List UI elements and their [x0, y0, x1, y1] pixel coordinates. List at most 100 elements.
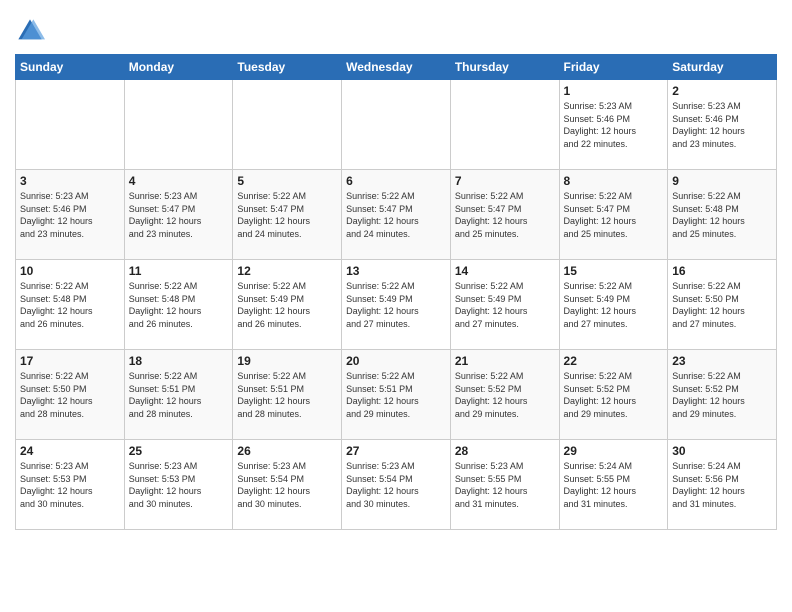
- day-number: 26: [237, 444, 337, 458]
- calendar-header: SundayMondayTuesdayWednesdayThursdayFrid…: [16, 55, 777, 80]
- week-row-0: 1 Sunrise: 5:23 AMSunset: 5:46 PMDaylight…: [16, 80, 777, 170]
- cell-info: Sunrise: 5:23 AMSunset: 5:54 PMDaylight:…: [237, 460, 337, 510]
- cell-info: Sunrise: 5:22 AMSunset: 5:51 PMDaylight:…: [237, 370, 337, 420]
- day-number: 9: [672, 174, 772, 188]
- cell-info: Sunrise: 5:23 AMSunset: 5:47 PMDaylight:…: [129, 190, 229, 240]
- calendar-cell: 27 Sunrise: 5:23 AMSunset: 5:54 PMDayligh…: [342, 440, 451, 530]
- week-row-2: 10 Sunrise: 5:22 AMSunset: 5:48 PMDayligh…: [16, 260, 777, 350]
- weekday-wednesday: Wednesday: [342, 55, 451, 80]
- day-number: 6: [346, 174, 446, 188]
- calendar: SundayMondayTuesdayWednesdayThursdayFrid…: [15, 54, 777, 530]
- cell-info: Sunrise: 5:24 AMSunset: 5:55 PMDaylight:…: [564, 460, 664, 510]
- day-number: 23: [672, 354, 772, 368]
- cell-info: Sunrise: 5:22 AMSunset: 5:49 PMDaylight:…: [455, 280, 555, 330]
- weekday-thursday: Thursday: [450, 55, 559, 80]
- day-number: 2: [672, 84, 772, 98]
- logo-icon: [15, 16, 45, 46]
- week-row-3: 17 Sunrise: 5:22 AMSunset: 5:50 PMDayligh…: [16, 350, 777, 440]
- calendar-cell: [342, 80, 451, 170]
- calendar-cell: 21 Sunrise: 5:22 AMSunset: 5:52 PMDayligh…: [450, 350, 559, 440]
- week-row-4: 24Sunrise: 5:23 AMSunset: 5:53 PMDayligh…: [16, 440, 777, 530]
- cell-info: Sunrise: 5:22 AMSunset: 5:49 PMDaylight:…: [564, 280, 664, 330]
- cell-info: Sunrise: 5:22 AMSunset: 5:52 PMDaylight:…: [455, 370, 555, 420]
- day-number: 27: [346, 444, 446, 458]
- calendar-cell: [16, 80, 125, 170]
- cell-info: Sunrise: 5:22 AMSunset: 5:52 PMDaylight:…: [672, 370, 772, 420]
- cell-info: Sunrise: 5:22 AMSunset: 5:52 PMDaylight:…: [564, 370, 664, 420]
- day-number: 8: [564, 174, 664, 188]
- day-number: 13: [346, 264, 446, 278]
- cell-info: Sunrise: 5:22 AMSunset: 5:47 PMDaylight:…: [237, 190, 337, 240]
- cell-info: Sunrise: 5:23 AMSunset: 5:54 PMDaylight:…: [346, 460, 446, 510]
- calendar-cell: 13 Sunrise: 5:22 AMSunset: 5:49 PMDayligh…: [342, 260, 451, 350]
- cell-info: Sunrise: 5:22 AMSunset: 5:50 PMDaylight:…: [20, 370, 120, 420]
- calendar-cell: 18 Sunrise: 5:22 AMSunset: 5:51 PMDayligh…: [124, 350, 233, 440]
- weekday-sunday: Sunday: [16, 55, 125, 80]
- cell-info: Sunrise: 5:22 AMSunset: 5:51 PMDaylight:…: [346, 370, 446, 420]
- day-number: 16: [672, 264, 772, 278]
- calendar-cell: 14 Sunrise: 5:22 AMSunset: 5:49 PMDayligh…: [450, 260, 559, 350]
- cell-info: Sunrise: 5:23 AMSunset: 5:46 PMDaylight:…: [564, 100, 664, 150]
- weekday-friday: Friday: [559, 55, 668, 80]
- cell-info: Sunrise: 5:24 AMSunset: 5:56 PMDaylight:…: [672, 460, 772, 510]
- cell-info: Sunrise: 5:23 AMSunset: 5:53 PMDaylight:…: [20, 460, 120, 510]
- calendar-cell: 22 Sunrise: 5:22 AMSunset: 5:52 PMDayligh…: [559, 350, 668, 440]
- day-number: 11: [129, 264, 229, 278]
- cell-info: Sunrise: 5:22 AMSunset: 5:48 PMDaylight:…: [672, 190, 772, 240]
- calendar-cell: 10 Sunrise: 5:22 AMSunset: 5:48 PMDayligh…: [16, 260, 125, 350]
- calendar-cell: 3 Sunrise: 5:23 AMSunset: 5:46 PMDaylight…: [16, 170, 125, 260]
- week-row-1: 3 Sunrise: 5:23 AMSunset: 5:46 PMDaylight…: [16, 170, 777, 260]
- calendar-cell: 17 Sunrise: 5:22 AMSunset: 5:50 PMDayligh…: [16, 350, 125, 440]
- cell-info: Sunrise: 5:22 AMSunset: 5:49 PMDaylight:…: [346, 280, 446, 330]
- cell-info: Sunrise: 5:22 AMSunset: 5:48 PMDaylight:…: [20, 280, 120, 330]
- day-number: 18: [129, 354, 229, 368]
- cell-info: Sunrise: 5:22 AMSunset: 5:50 PMDaylight:…: [672, 280, 772, 330]
- calendar-cell: 19 Sunrise: 5:22 AMSunset: 5:51 PMDayligh…: [233, 350, 342, 440]
- cell-info: Sunrise: 5:23 AMSunset: 5:55 PMDaylight:…: [455, 460, 555, 510]
- logo: [15, 16, 49, 46]
- day-number: 4: [129, 174, 229, 188]
- calendar-cell: 24Sunrise: 5:23 AMSunset: 5:53 PMDayligh…: [16, 440, 125, 530]
- cell-info: Sunrise: 5:23 AMSunset: 5:46 PMDaylight:…: [672, 100, 772, 150]
- calendar-cell: 6 Sunrise: 5:22 AMSunset: 5:47 PMDaylight…: [342, 170, 451, 260]
- day-number: 3: [20, 174, 120, 188]
- day-number: 17: [20, 354, 120, 368]
- calendar-cell: 5 Sunrise: 5:22 AMSunset: 5:47 PMDaylight…: [233, 170, 342, 260]
- day-number: 30: [672, 444, 772, 458]
- cell-info: Sunrise: 5:22 AMSunset: 5:47 PMDaylight:…: [455, 190, 555, 240]
- calendar-cell: 30 Sunrise: 5:24 AMSunset: 5:56 PMDayligh…: [668, 440, 777, 530]
- day-number: 29: [564, 444, 664, 458]
- day-number: 15: [564, 264, 664, 278]
- weekday-monday: Monday: [124, 55, 233, 80]
- day-number: 12: [237, 264, 337, 278]
- day-number: 1: [564, 84, 664, 98]
- day-number: 5: [237, 174, 337, 188]
- cell-info: Sunrise: 5:22 AMSunset: 5:48 PMDaylight:…: [129, 280, 229, 330]
- calendar-cell: 9 Sunrise: 5:22 AMSunset: 5:48 PMDaylight…: [668, 170, 777, 260]
- day-number: 10: [20, 264, 120, 278]
- calendar-cell: 11 Sunrise: 5:22 AMSunset: 5:48 PMDayligh…: [124, 260, 233, 350]
- calendar-cell: 2 Sunrise: 5:23 AMSunset: 5:46 PMDaylight…: [668, 80, 777, 170]
- calendar-cell: 29 Sunrise: 5:24 AMSunset: 5:55 PMDayligh…: [559, 440, 668, 530]
- calendar-cell: 20Sunrise: 5:22 AMSunset: 5:51 PMDayligh…: [342, 350, 451, 440]
- calendar-cell: 1 Sunrise: 5:23 AMSunset: 5:46 PMDaylight…: [559, 80, 668, 170]
- calendar-cell: 8Sunrise: 5:22 AMSunset: 5:47 PMDaylight…: [559, 170, 668, 260]
- calendar-cell: [450, 80, 559, 170]
- cell-info: Sunrise: 5:22 AMSunset: 5:47 PMDaylight:…: [346, 190, 446, 240]
- calendar-cell: 25Sunrise: 5:23 AMSunset: 5:53 PMDayligh…: [124, 440, 233, 530]
- cell-info: Sunrise: 5:23 AMSunset: 5:46 PMDaylight:…: [20, 190, 120, 240]
- weekday-tuesday: Tuesday: [233, 55, 342, 80]
- day-number: 21: [455, 354, 555, 368]
- calendar-cell: 12Sunrise: 5:22 AMSunset: 5:49 PMDayligh…: [233, 260, 342, 350]
- calendar-cell: [233, 80, 342, 170]
- day-number: 22: [564, 354, 664, 368]
- day-number: 19: [237, 354, 337, 368]
- calendar-cell: 23 Sunrise: 5:22 AMSunset: 5:52 PMDayligh…: [668, 350, 777, 440]
- day-number: 14: [455, 264, 555, 278]
- weekday-row: SundayMondayTuesdayWednesdayThursdayFrid…: [16, 55, 777, 80]
- weekday-saturday: Saturday: [668, 55, 777, 80]
- calendar-cell: 4 Sunrise: 5:23 AMSunset: 5:47 PMDaylight…: [124, 170, 233, 260]
- calendar-cell: 15 Sunrise: 5:22 AMSunset: 5:49 PMDayligh…: [559, 260, 668, 350]
- cell-info: Sunrise: 5:22 AMSunset: 5:51 PMDaylight:…: [129, 370, 229, 420]
- calendar-cell: 7Sunrise: 5:22 AMSunset: 5:47 PMDaylight…: [450, 170, 559, 260]
